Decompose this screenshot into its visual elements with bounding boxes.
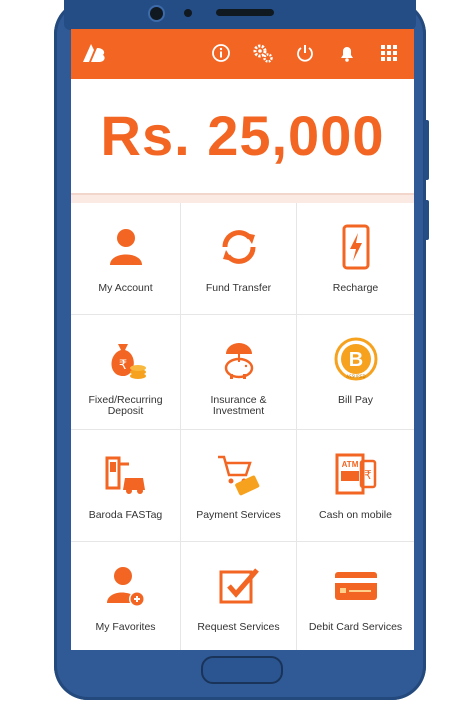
tile-label: Request Services bbox=[197, 621, 280, 633]
power-side-button bbox=[424, 200, 429, 240]
tile-my-account[interactable]: My Account bbox=[71, 203, 181, 315]
sensor-dot bbox=[184, 9, 192, 17]
refresh-arrows-icon bbox=[215, 223, 263, 271]
tile-label: Payment Services bbox=[196, 509, 281, 521]
badge-text: ASSURED bbox=[346, 374, 365, 379]
tile-label: My Favorites bbox=[95, 621, 156, 633]
toll-car-icon bbox=[102, 450, 150, 498]
tile-request-services[interactable]: Request Services bbox=[181, 542, 297, 650]
tile-label: My Account bbox=[98, 282, 153, 294]
top-bar bbox=[71, 29, 414, 79]
home-button[interactable] bbox=[201, 656, 283, 684]
tile-my-favorites[interactable]: My Favorites bbox=[71, 542, 181, 650]
svg-text:₹: ₹ bbox=[364, 468, 372, 482]
phone-top-bezel bbox=[64, 0, 416, 30]
settings-icon[interactable] bbox=[252, 42, 274, 64]
info-icon[interactable] bbox=[210, 42, 232, 64]
piggy-bank-umbrella-icon bbox=[215, 335, 263, 383]
tile-payment-services[interactable]: Payment Services bbox=[181, 430, 297, 542]
tile-recharge[interactable]: Recharge bbox=[297, 203, 414, 315]
svg-text:ATM: ATM bbox=[341, 460, 358, 469]
atm-icon: ATM ₹ bbox=[332, 450, 380, 498]
tile-cash-on-mobile[interactable]: ATM ₹ Cash on mobile bbox=[297, 430, 414, 542]
tile-fixed-recurring-deposit[interactable]: ₹ Fixed/Recurring Deposit bbox=[71, 315, 181, 430]
cart-card-icon bbox=[215, 450, 263, 498]
tile-label: Baroda FASTag bbox=[88, 509, 163, 521]
mobile-bolt-icon bbox=[332, 223, 380, 271]
tile-fund-transfer[interactable]: Fund Transfer bbox=[181, 203, 297, 315]
person-heart-icon bbox=[102, 562, 150, 610]
tile-label: Cash on mobile bbox=[319, 509, 392, 521]
tile-label: Recharge bbox=[332, 282, 379, 294]
volume-button bbox=[424, 120, 429, 180]
tile-label: Bill Pay bbox=[337, 394, 373, 406]
grid-menu-icon[interactable] bbox=[378, 42, 400, 64]
bank-logo-icon bbox=[79, 38, 109, 68]
services-grid: My Account Fund Transfer Recharge ₹ Fixe… bbox=[71, 203, 414, 650]
tile-label: Fixed/Recurring Deposit bbox=[88, 394, 163, 417]
balance-amount: Rs. 25,000 bbox=[100, 104, 385, 167]
svg-text:₹: ₹ bbox=[118, 358, 126, 373]
power-icon[interactable] bbox=[294, 42, 316, 64]
tile-label: Insurance & Investment bbox=[210, 394, 267, 417]
person-icon bbox=[102, 223, 150, 271]
checkbox-icon bbox=[215, 562, 263, 610]
tile-baroda-fastag[interactable]: Baroda FASTag bbox=[71, 430, 181, 542]
money-bag-icon: ₹ bbox=[102, 335, 150, 383]
tile-debit-card-services[interactable]: Debit Card Services bbox=[297, 542, 414, 650]
card-icon bbox=[332, 562, 380, 610]
tile-insurance-investment[interactable]: Insurance & Investment bbox=[181, 315, 297, 430]
bbps-logo-icon: B ASSURED bbox=[332, 335, 380, 383]
bell-icon[interactable] bbox=[336, 42, 358, 64]
tile-label: Debit Card Services bbox=[308, 621, 403, 633]
tile-label: Fund Transfer bbox=[205, 282, 272, 294]
balance-panel: Rs. 25,000 bbox=[71, 83, 414, 195]
tile-bill-pay[interactable]: B ASSURED Bill Pay bbox=[297, 315, 414, 430]
front-camera bbox=[148, 5, 165, 22]
app-screen: Rs. 25,000 My Account Fund Transfer Rech… bbox=[71, 29, 414, 650]
earpiece-speaker bbox=[216, 9, 274, 16]
divider-strip bbox=[71, 195, 414, 203]
svg-text:B: B bbox=[348, 349, 362, 371]
